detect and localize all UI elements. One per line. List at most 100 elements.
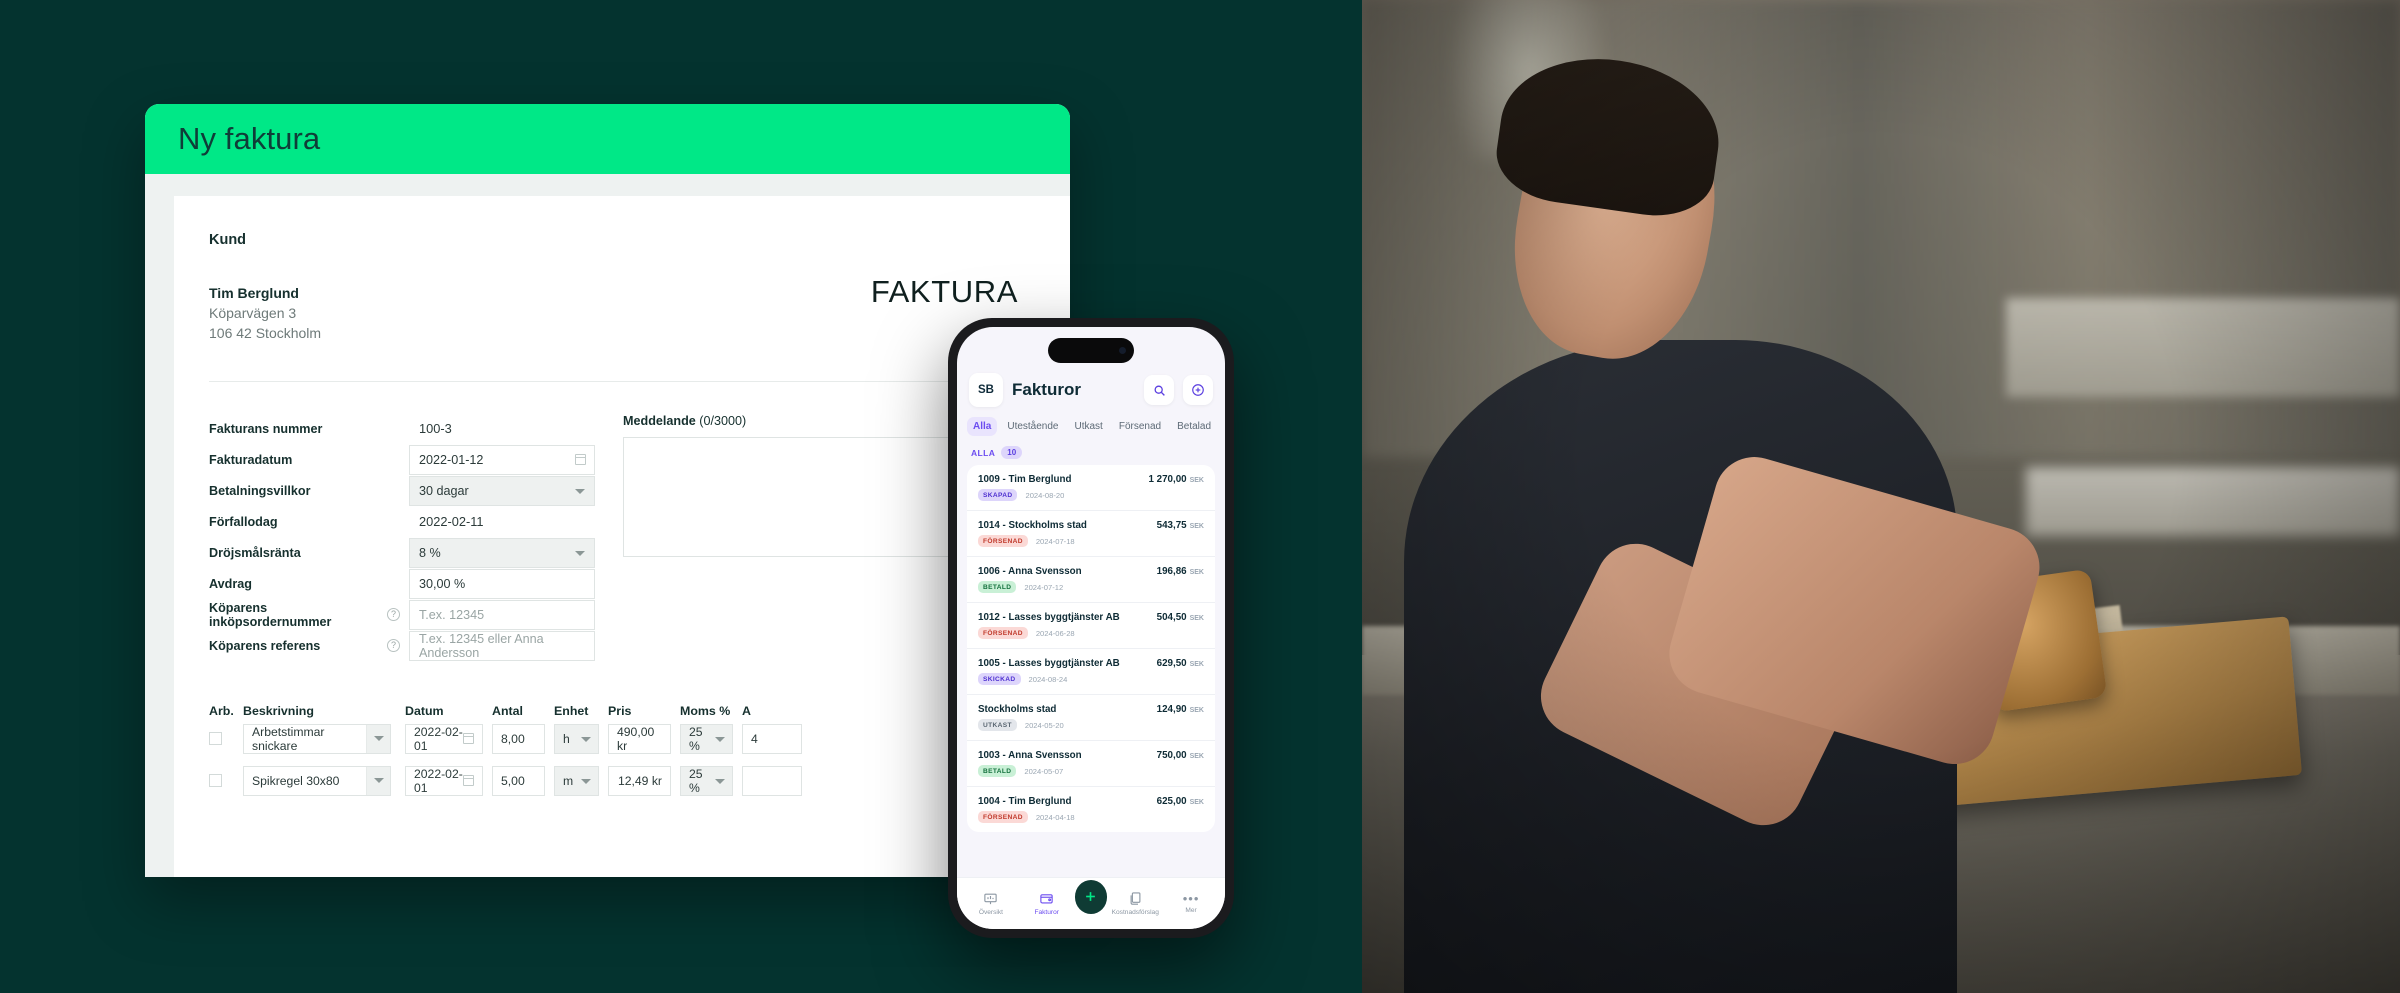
phone-mockup: SB Fakturor Alla Utestående Utkast Förse… <box>948 318 1234 938</box>
chart-board-icon <box>984 893 998 905</box>
select-drojsmalsranta-value: 8 % <box>419 545 441 560</box>
help-icon-wrap-6[interactable]: ? <box>387 608 409 622</box>
checkbox-arb[interactable] <box>209 732 222 746</box>
phone-notch <box>1048 338 1134 363</box>
tab-kostnadsforslag[interactable]: Kostnadsförslag <box>1107 891 1163 916</box>
list-item[interactable]: 1012 - Lasses byggtjänster AB 504,50 SEK… <box>967 603 1215 649</box>
input-datum-0[interactable]: 2022-02-01 <box>405 723 483 754</box>
invoice-0-currency: SEK <box>1189 477 1204 484</box>
invoice-7-amount: 625,00 <box>1156 796 1187 807</box>
invoice-1-name: 1014 - Stockholms stad <box>978 520 1087 531</box>
row-0-description-cell: Arbetstimmar snickare <box>243 723 391 754</box>
input-sum-1[interactable] <box>742 765 802 796</box>
tab-betalad[interactable]: Betalad <box>1171 417 1217 436</box>
select-moms-1[interactable]: 25 % <box>680 765 733 796</box>
input-sum-0[interactable]: 4 <box>742 723 802 754</box>
message-section: Meddelande (0/3000) <box>623 414 1003 662</box>
th-arb: Arb. <box>209 703 234 718</box>
select-moms-0-value: 25 % <box>689 724 703 753</box>
invoice-6-currency: SEK <box>1189 753 1204 760</box>
select-beskrivning-1[interactable]: Spikregel 30x80 <box>243 765 391 796</box>
row-1-price-cell: 12,49 kr <box>608 765 671 796</box>
invoice-4-amount: 629,50 <box>1156 658 1187 669</box>
question-mark-icon[interactable]: ? <box>387 639 400 653</box>
input-datum-1[interactable]: 2022-02-01 <box>405 765 483 796</box>
tab-fakturor[interactable]: Fakturor <box>1019 891 1075 916</box>
tab-alla[interactable]: Alla <box>967 417 998 436</box>
phone-page-title: Fakturor <box>1012 380 1081 399</box>
invoice-3-currency: SEK <box>1189 615 1204 622</box>
label-betalningsvillkor: Betalningsvillkor <box>209 483 311 498</box>
photo-vignette <box>1362 0 2400 993</box>
calendar-icon[interactable] <box>463 774 474 786</box>
search-button[interactable] <box>1144 375 1174 405</box>
invoice-5-top: Stockholms stad 124,90 SEK <box>978 704 1204 715</box>
row-1-description-cell: Spikregel 30x80 <box>243 765 391 796</box>
row-0-date-cell: 2022-02-01 <box>405 723 483 754</box>
input-pris-1[interactable]: 12,49 kr <box>608 765 671 796</box>
select-enhet-0[interactable]: h <box>554 723 599 754</box>
invoice-3-bottom: FÖRSENAD 2024-06-28 <box>978 627 1204 639</box>
input-pris-0[interactable]: 490,00 kr <box>608 723 671 754</box>
input-antal-0[interactable]: 8,00 <box>492 723 545 754</box>
invoice-1-top: 1014 - Stockholms stad 543,75 SEK <box>978 520 1204 531</box>
textarea-meddelande[interactable] <box>623 436 1003 557</box>
invoice-3-name: 1012 - Lasses byggtjänster AB <box>978 612 1120 623</box>
row-1-date-cell: 2022-02-01 <box>405 765 483 796</box>
input-fakturadatum[interactable]: 2022-01-12 <box>409 444 595 475</box>
tab-utkast[interactable]: Utkast <box>1069 417 1109 436</box>
list-item[interactable]: 1003 - Anna Svensson 750,00 SEK BETALD 2… <box>967 741 1215 787</box>
list-item[interactable]: 1004 - Tim Berglund 625,00 SEK FÖRSENAD … <box>967 787 1215 832</box>
checkbox-arb[interactable] <box>209 774 222 788</box>
chevron-down-icon[interactable] <box>366 724 390 753</box>
invoice-2-date: 2024-07-12 <box>1024 582 1064 592</box>
list-section-header: ALLA 10 <box>957 436 1225 465</box>
table-row: Arbetstimmar snickare 2022-02-01 8,00 h … <box>209 718 1018 760</box>
select-drojsmalsranta[interactable]: 8 % <box>409 537 595 568</box>
th-sum: A <box>742 703 751 718</box>
select-enhet-1[interactable]: m <box>554 765 599 796</box>
select-moms-0[interactable]: 25 % <box>680 723 733 754</box>
input-kopares-inkopsordernummer[interactable]: T.ex. 12345 <box>409 599 595 630</box>
tab-oversikt[interactable]: Översikt <box>963 891 1019 916</box>
add-invoice-button[interactable] <box>1183 375 1213 405</box>
select-betalningsvillkor-value: 30 dagar <box>419 483 469 498</box>
list-item[interactable]: Stockholms stad 124,90 SEK UTKAST 2024-0… <box>967 695 1215 741</box>
invoice-6-bottom: BETALD 2024-05-07 <box>978 765 1204 777</box>
window-body: Kund Tim Berglund Köparvägen 3 106 42 St… <box>145 174 1070 877</box>
avatar[interactable]: SB <box>969 373 1003 407</box>
help-icon-wrap-7[interactable]: ? <box>387 639 409 653</box>
input-antal-1[interactable]: 5,00 <box>492 765 545 796</box>
tab-forsenad[interactable]: Försenad <box>1113 417 1167 436</box>
row-0-qty-cell: 8,00 <box>492 723 545 754</box>
question-mark-icon[interactable]: ? <box>387 608 400 622</box>
search-icon <box>1154 385 1165 396</box>
select-beskrivning-0[interactable]: Arbetstimmar snickare <box>243 723 391 754</box>
calendar-icon[interactable] <box>463 732 474 744</box>
invoice-4-name: 1005 - Lasses byggtjänster AB <box>978 658 1120 669</box>
row-1-qty-cell: 5,00 <box>492 765 545 796</box>
input-antal-1-value: 5,00 <box>501 773 525 788</box>
calendar-icon[interactable] <box>575 453 586 465</box>
select-betalningsvillkor[interactable]: 30 dagar <box>409 475 595 506</box>
input-kopares-referens[interactable]: T.ex. 12345 eller Anna Andersson <box>409 630 595 661</box>
row-1-vat-cell: 25 % <box>680 765 733 796</box>
chevron-down-icon[interactable] <box>366 766 390 795</box>
tab-mer[interactable]: ••• Mer <box>1163 892 1219 914</box>
invoice-2-bottom: BETALD 2024-07-12 <box>978 581 1204 593</box>
list-item[interactable]: 1009 - Tim Berglund 1 270,00 SEK SKAPAD … <box>967 465 1215 511</box>
input-pris-0-value: 490,00 kr <box>617 724 655 753</box>
input-avdrag[interactable]: 30,00 % <box>409 568 595 599</box>
field-row-buyer-reference: Köparens referens ? T.ex. 12345 eller An… <box>209 630 599 661</box>
line-items-table: Arb. Beskrivning Datum Antal Enhet Pris … <box>209 696 1018 802</box>
create-new-button[interactable] <box>1074 879 1108 914</box>
chevron-down-icon <box>581 778 591 784</box>
list-item[interactable]: 1005 - Lasses byggtjänster AB 629,50 SEK… <box>967 649 1215 695</box>
list-item[interactable]: 1006 - Anna Svensson 196,86 SEK BETALD 2… <box>967 557 1215 603</box>
invoice-1-date: 2024-07-18 <box>1035 536 1075 546</box>
page-title: Ny faktura <box>178 121 321 156</box>
th-beskrivning: Beskrivning <box>243 703 314 718</box>
list-item[interactable]: 1014 - Stockholms stad 543,75 SEK FÖRSEN… <box>967 511 1215 557</box>
label-kopares-referens: Köparens referens <box>209 638 321 653</box>
tab-utestaende[interactable]: Utestående <box>1001 417 1064 436</box>
